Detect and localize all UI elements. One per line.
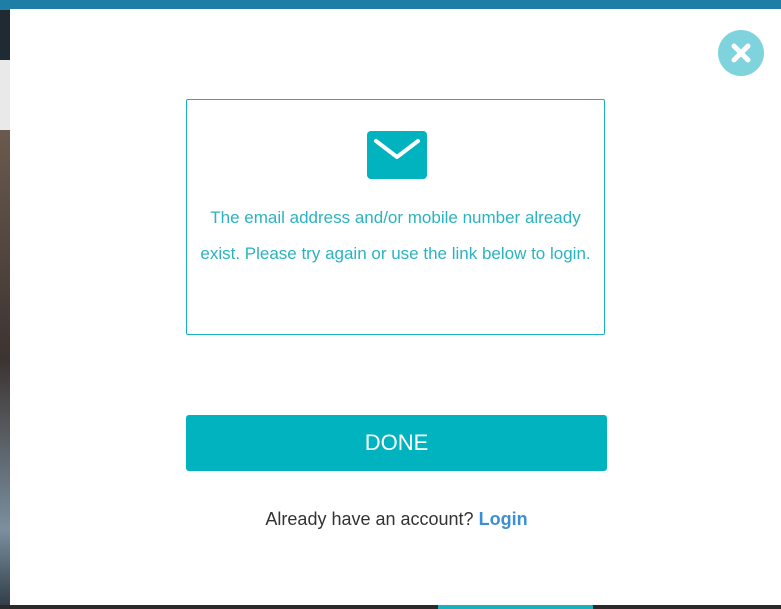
error-message-text: The email address and/or mobile number a… [200,208,591,263]
login-prompt: Already have an account? Login [186,509,607,530]
login-link[interactable]: Login [479,509,528,529]
error-message-box: The email address and/or mobile number a… [186,99,605,335]
backdrop-bottom-edge [0,605,781,609]
close-icon [731,43,751,63]
backdrop-left-edge [0,60,10,609]
close-button[interactable] [718,30,764,76]
error-modal: The email address and/or mobile number a… [10,9,781,605]
envelope-icon [367,131,427,179]
login-prompt-text: Already have an account? [265,509,474,529]
done-button[interactable]: DONE [186,415,607,471]
